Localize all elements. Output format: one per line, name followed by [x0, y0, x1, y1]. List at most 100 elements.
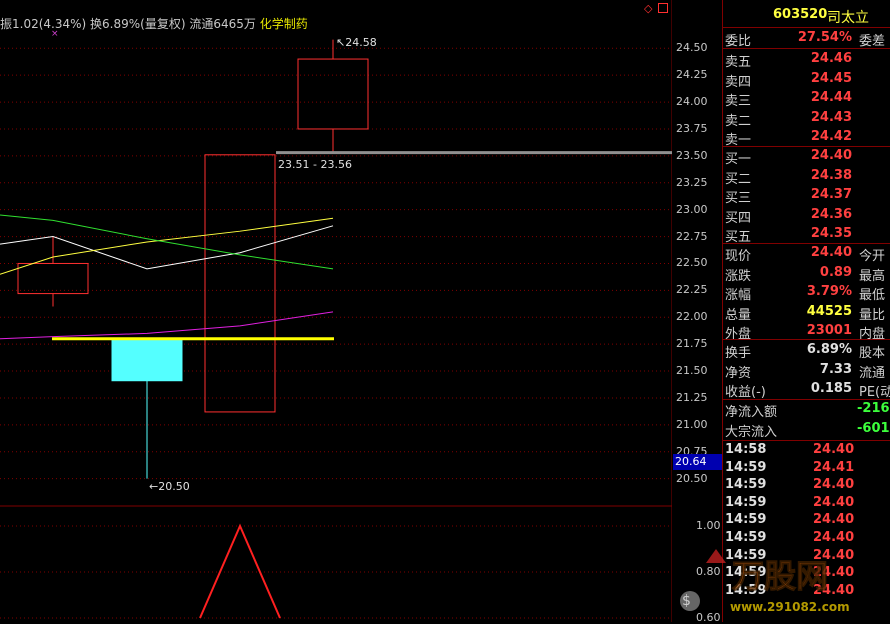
price-tick-label: 22.00: [676, 310, 708, 324]
row-label: 卖三: [725, 94, 752, 109]
row-value: 24.44: [810, 90, 852, 105]
ask-row: 卖三 24.44: [723, 90, 890, 109]
price-tick-label: 22.50: [676, 256, 708, 270]
row-label: 总量: [725, 307, 752, 323]
ask-row: 卖四 24.45: [723, 70, 890, 90]
row-label: 换手: [725, 346, 752, 361]
ask-row: 卖二 24.43: [723, 110, 890, 129]
sub-indicator: [0, 523, 672, 619]
row-label-secondary: 最高: [859, 268, 886, 284]
trade-time: 14:59: [725, 459, 767, 475]
row-value: 23001: [806, 323, 852, 338]
ma-line: [0, 311, 334, 340]
square-icon[interactable]: [658, 3, 668, 13]
flow-row: 净流入额 -216.: [723, 401, 890, 420]
row-label-secondary: 流通: [859, 365, 886, 381]
price-tick-label: 21.00: [676, 417, 708, 431]
quote-row: 涨幅 3.79% 最低: [723, 284, 890, 303]
purple-marker-icon: ×: [51, 29, 59, 39]
row-value: -601.: [857, 420, 890, 436]
trade-time: 14:59: [725, 477, 767, 493]
row-value: 24.46: [810, 51, 852, 66]
candlesticks: [17, 39, 672, 479]
candle-body: [111, 338, 183, 382]
ma-line: [0, 214, 334, 270]
trade-price: 24.40: [813, 494, 855, 510]
kline-chart[interactable]: [0, 0, 672, 622]
candle-body: [297, 58, 369, 130]
row-label: 净资: [725, 365, 752, 381]
fundamental-row: 收益(-) 0.185 PE(动): [723, 381, 890, 400]
trade-time: 14:59: [725, 494, 767, 510]
bid-row: 买四 24.36: [723, 206, 890, 226]
current-price-tag: 20.64: [673, 454, 723, 470]
row-value: -216.: [857, 401, 890, 416]
price-tick-label: 21.25: [676, 390, 708, 404]
row-label: 涨幅: [725, 288, 752, 303]
watermark-title: 万股网: [732, 557, 828, 595]
row-label: 收益(-): [725, 385, 766, 400]
row-value: 0.89: [819, 264, 852, 280]
row-value: 24.42: [810, 129, 852, 144]
row-value: 24.38: [810, 167, 852, 183]
row-value: 24.45: [810, 70, 852, 86]
bid-row: 买三 24.37: [723, 187, 890, 206]
fundamental-row: 净资 7.33 流通: [723, 361, 890, 381]
row-label: 买四: [725, 210, 752, 226]
trade-row: 14:59 24.40: [723, 477, 890, 495]
flow-row: 大宗流入 -601.: [723, 420, 890, 440]
row-label: 买三: [725, 191, 752, 206]
row-value: 3.79%: [806, 284, 852, 299]
trade-row: 14:59 24.40: [723, 495, 890, 513]
range-annotation: 23.51 - 23.56: [278, 158, 352, 171]
row-label-secondary: PE(动): [859, 385, 890, 400]
row-label: 净流入额: [725, 405, 778, 420]
price-tick-label: 24.25: [676, 68, 708, 82]
watermark-logo: $ 万股网 www.291082.com: [680, 549, 850, 614]
sub-tick-label: 1.00: [696, 519, 721, 532]
trade-price: 24.40: [813, 512, 855, 528]
candle-body: [204, 154, 276, 413]
trade-time: 14:59: [725, 512, 767, 528]
quote-row: 总量 44525 量比: [723, 303, 890, 323]
bid-row: 买二 24.38: [723, 167, 890, 187]
price-tick-label: 21.50: [676, 364, 708, 378]
diamond-icon[interactable]: ◇: [644, 2, 652, 15]
price-tick-label: 23.75: [676, 121, 708, 135]
stock-code: 603520: [773, 7, 828, 22]
row-label: 卖二: [725, 113, 752, 129]
row-value: 6.89%: [806, 342, 852, 357]
price-tick-label: 24.50: [676, 41, 708, 55]
row-value: 24.40: [810, 245, 852, 260]
weibi-row: 委比 27.54% 委差: [725, 30, 886, 49]
row-label-secondary: 量比: [859, 307, 886, 323]
row-value: 24.37: [810, 187, 852, 202]
price-tick-label: 22.25: [676, 283, 708, 297]
row-value: 44525: [806, 303, 852, 319]
quote-row: 现价 24.40 今开: [723, 245, 890, 264]
trade-price: 24.40: [813, 530, 855, 545]
row-value: 24.36: [810, 206, 852, 222]
stock-title: 603520 司太立: [723, 7, 890, 26]
row-label: 买二: [725, 171, 752, 187]
bid-row: 买五 24.35: [723, 226, 890, 245]
trade-row: 14:59 24.40: [723, 512, 890, 530]
price-tick-label: 23.00: [676, 202, 708, 216]
row-label: 现价: [725, 249, 752, 264]
bid-row: 买一 24.40: [723, 148, 890, 167]
info-text: 振1.02(4.34%) 换6.89%(量复权) 流通6465万: [0, 17, 256, 31]
row-value: 24.35: [810, 226, 852, 241]
trade-price: 24.40: [813, 477, 855, 493]
row-label-secondary: 股本: [859, 346, 886, 361]
ask-row: 卖一 24.42: [723, 129, 890, 148]
price-tick-label: 23.50: [676, 148, 708, 162]
moving-average-lines: [0, 214, 334, 340]
row-label: 涨跌: [725, 268, 752, 284]
price-tick-label: 20.50: [676, 471, 708, 485]
row-label: 卖五: [725, 55, 752, 70]
price-tick-label: 23.25: [676, 175, 708, 189]
sector-label[interactable]: 化学制药: [260, 17, 308, 31]
row-label-secondary: 今开: [859, 249, 886, 264]
row-value: 7.33: [819, 361, 852, 377]
trade-row: 14:58 24.40: [723, 442, 890, 460]
